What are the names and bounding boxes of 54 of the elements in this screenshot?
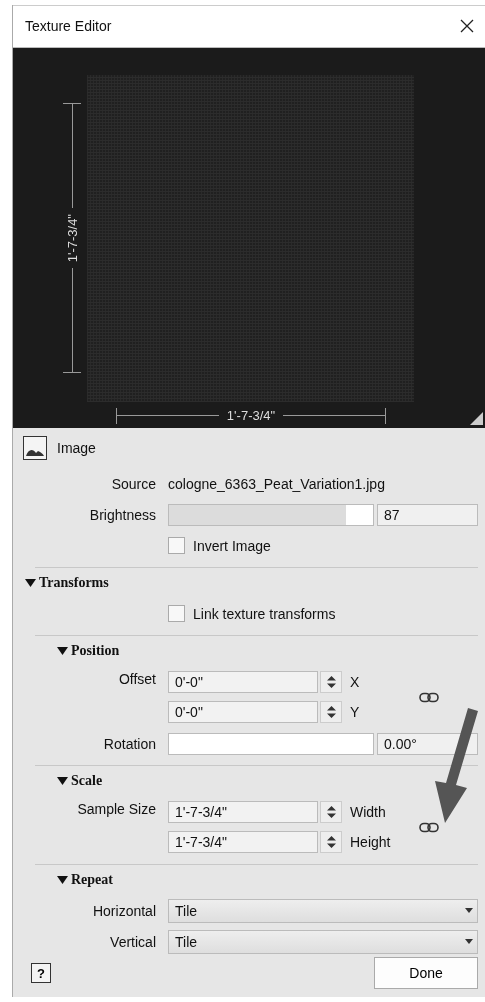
field-label: Sample Size bbox=[76, 800, 156, 817]
window-title: Texture Editor bbox=[25, 18, 112, 35]
field-label: Horizontal bbox=[91, 902, 156, 919]
caret-icon bbox=[57, 875, 68, 885]
spinner-button[interactable] bbox=[320, 671, 342, 693]
field-label: Vertical bbox=[109, 933, 156, 950]
done-button[interactable]: Done bbox=[374, 957, 478, 989]
spinner-button[interactable] bbox=[320, 701, 342, 723]
repeat-header[interactable]: Repeat bbox=[57, 865, 478, 895]
field-label: Offset bbox=[117, 670, 156, 687]
length-field[interactable]: 0'-0" bbox=[168, 701, 318, 723]
resize-corner-icon[interactable] bbox=[470, 412, 483, 425]
spinner-button[interactable] bbox=[320, 801, 342, 823]
checkbox[interactable] bbox=[168, 605, 185, 622]
width-dimension-label: 1'-7-3/4" bbox=[225, 408, 277, 424]
height-dimension-label: 1'-7-3/4" bbox=[64, 212, 80, 265]
repeat-dropdown[interactable]: Tile bbox=[168, 929, 478, 954]
position-header[interactable]: Position bbox=[57, 636, 478, 666]
help-button[interactable]: ? bbox=[31, 963, 51, 983]
length-field[interactable]: 1'-7-3/4" bbox=[168, 831, 318, 853]
checkbox[interactable] bbox=[168, 537, 185, 554]
invert-image-checkbox[interactable]: Invert Image bbox=[168, 537, 478, 554]
caret-icon bbox=[57, 776, 68, 786]
image-icon bbox=[23, 436, 47, 460]
rotation-slider[interactable] bbox=[168, 732, 374, 755]
field-label: Source bbox=[110, 475, 156, 492]
chain-link-icon[interactable] bbox=[419, 821, 439, 833]
length-field[interactable]: 0'-0" bbox=[168, 671, 318, 693]
up-down-arrows-icon bbox=[326, 835, 336, 849]
dropdown-caret-icon bbox=[465, 908, 473, 913]
source-filename: cologne_6363_Peat_Variation1.jpg bbox=[168, 475, 386, 492]
section-heading: Image bbox=[57, 440, 96, 456]
field-label: Rotation bbox=[102, 735, 156, 752]
up-down-arrows-icon bbox=[326, 705, 336, 719]
scale-header[interactable]: Scale bbox=[57, 766, 478, 796]
axis-label: X bbox=[350, 674, 360, 690]
up-down-arrows-icon bbox=[326, 805, 336, 819]
transforms-header[interactable]: Transforms bbox=[25, 568, 478, 598]
axis-label: Height bbox=[350, 834, 391, 850]
caret-icon bbox=[25, 578, 36, 588]
spinner-button[interactable] bbox=[320, 831, 342, 853]
length-field[interactable]: 1'-7-3/4" bbox=[168, 801, 318, 823]
brightness-slider[interactable] bbox=[168, 503, 374, 526]
repeat-dropdown[interactable]: Tile bbox=[168, 898, 478, 923]
close-icon bbox=[459, 18, 475, 35]
link-transforms-checkbox[interactable]: Link texture transforms bbox=[168, 605, 478, 622]
brightness-value[interactable]: 87 bbox=[377, 503, 478, 526]
axis-label: Width bbox=[350, 804, 386, 820]
caret-icon bbox=[57, 646, 68, 656]
axis-label: Y bbox=[350, 704, 360, 720]
field-label: Brightness bbox=[88, 506, 156, 523]
chain-link-icon[interactable] bbox=[419, 691, 439, 703]
up-down-arrows-icon bbox=[326, 675, 336, 689]
dropdown-caret-icon bbox=[465, 939, 473, 944]
